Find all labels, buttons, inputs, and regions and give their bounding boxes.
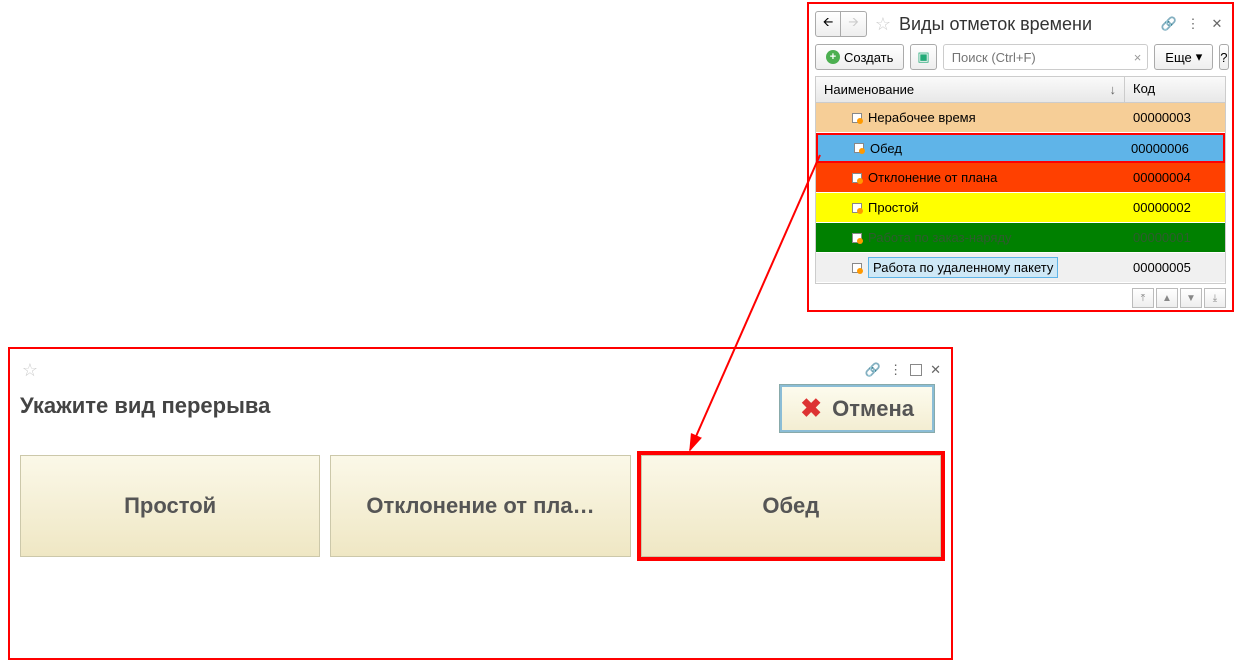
cell-name: Обед bbox=[818, 141, 1123, 156]
menu-dots-icon[interactable]: ⋮ bbox=[889, 362, 902, 378]
nav-back-button[interactable]: 🡨 bbox=[815, 11, 841, 37]
nav-last-icon[interactable]: ⤓ bbox=[1204, 288, 1226, 308]
nav-down-icon[interactable]: ▼ bbox=[1180, 288, 1202, 308]
row-icon bbox=[852, 203, 862, 213]
grid-header: Наименование ↓ Код bbox=[816, 77, 1225, 103]
row-icon bbox=[852, 263, 862, 273]
favorite-star-icon[interactable]: ☆ bbox=[873, 14, 893, 34]
cancel-button-label: Отмена bbox=[832, 396, 914, 422]
cancel-button[interactable]: ✖ Отмена bbox=[779, 384, 935, 433]
cell-name: Простой bbox=[816, 200, 1125, 215]
plus-icon: + bbox=[826, 50, 840, 64]
nav-forward-button[interactable]: 🡪 bbox=[841, 11, 867, 37]
break-type-button-label: Простой bbox=[124, 493, 216, 519]
row-icon bbox=[852, 113, 862, 123]
window-title: Виды отметок времени bbox=[899, 14, 1092, 35]
table-row[interactable]: Работа по заказ-наряду 00000001 bbox=[816, 223, 1225, 253]
break-type-buttons-row: Простой Отклонение от пла… Обед bbox=[20, 455, 941, 557]
help-button[interactable]: ? bbox=[1219, 44, 1228, 70]
data-grid: Наименование ↓ Код Нерабочее время 00000… bbox=[815, 76, 1226, 284]
cell-code: 00000002 bbox=[1125, 200, 1225, 215]
cell-name-text: Отклонение от плана bbox=[868, 170, 997, 185]
break-type-button-lunch[interactable]: Обед bbox=[641, 455, 941, 557]
group-button[interactable]: ▣ bbox=[910, 44, 936, 70]
menu-dots-icon[interactable]: ⋮ bbox=[1184, 16, 1202, 32]
nav-group: 🡨 🡪 bbox=[815, 11, 867, 37]
row-icon bbox=[852, 173, 862, 183]
search-clear-icon[interactable]: × bbox=[1130, 50, 1146, 65]
row-icon bbox=[854, 143, 864, 153]
table-row[interactable]: Простой 00000002 bbox=[816, 193, 1225, 223]
cell-name-text: Нерабочее время bbox=[868, 110, 976, 125]
sort-arrow-icon: ↓ bbox=[1110, 82, 1117, 97]
folder-icon: ▣ bbox=[917, 49, 929, 65]
nav-first-icon[interactable]: ⤒ bbox=[1132, 288, 1154, 308]
link-icon[interactable]: 🔗 bbox=[1160, 16, 1178, 32]
close-icon[interactable]: ✕ bbox=[930, 362, 941, 378]
cancel-x-icon: ✖ bbox=[800, 393, 822, 424]
grid-nav: ⤒ ▲ ▼ ⤓ bbox=[815, 284, 1226, 308]
time-mark-types-window: 🡨 🡪 ☆ Виды отметок времени 🔗 ⋮ ✕ + Созда… bbox=[807, 2, 1234, 312]
dialog-header: ☆ 🔗 ⋮ ✕ bbox=[20, 357, 941, 383]
break-type-button-label: Обед bbox=[762, 493, 819, 519]
toolbar: + Создать ▣ × Еще ? bbox=[815, 44, 1226, 70]
table-row[interactable]: Нерабочее время 00000003 bbox=[816, 103, 1225, 133]
select-break-type-window: ☆ 🔗 ⋮ ✕ Укажите вид перерыва ✖ Отмена Пр… bbox=[8, 347, 953, 660]
column-header-code[interactable]: Код bbox=[1125, 77, 1225, 102]
cell-code: 00000004 bbox=[1125, 170, 1225, 185]
cell-code: 00000001 bbox=[1125, 230, 1225, 245]
window-header: 🡨 🡪 ☆ Виды отметок времени 🔗 ⋮ ✕ bbox=[815, 10, 1226, 38]
cell-name: Работа по заказ-наряду bbox=[816, 230, 1125, 245]
column-header-code-label: Код bbox=[1133, 81, 1155, 96]
more-button-label: Еще bbox=[1165, 50, 1191, 65]
cell-name: Отклонение от плана bbox=[816, 170, 1125, 185]
cell-code: 00000006 bbox=[1123, 141, 1223, 156]
row-icon bbox=[852, 233, 862, 243]
cell-name-text: Простой bbox=[868, 200, 919, 215]
link-icon[interactable]: 🔗 bbox=[865, 362, 881, 378]
break-type-button[interactable]: Отклонение от пла… bbox=[330, 455, 630, 557]
table-row-active[interactable]: Работа по удаленному пакету 00000005 bbox=[816, 253, 1225, 283]
grid-body: Нерабочее время 00000003 Обед 00000006 О… bbox=[816, 103, 1225, 283]
nav-up-icon[interactable]: ▲ bbox=[1156, 288, 1178, 308]
cell-name: Нерабочее время bbox=[816, 110, 1125, 125]
cell-code: 00000005 bbox=[1125, 260, 1225, 275]
create-button-label: Создать bbox=[844, 50, 893, 65]
create-button[interactable]: + Создать bbox=[815, 44, 904, 70]
cell-name-text: Работа по удаленному пакету bbox=[868, 257, 1058, 278]
break-type-button[interactable]: Простой bbox=[20, 455, 320, 557]
search-input[interactable] bbox=[950, 49, 1130, 66]
cell-code: 00000003 bbox=[1125, 110, 1225, 125]
cell-name-text: Обед bbox=[870, 141, 902, 156]
close-icon[interactable]: ✕ bbox=[1208, 16, 1226, 32]
table-row[interactable]: Отклонение от плана 00000004 bbox=[816, 163, 1225, 193]
cell-name: Работа по удаленному пакету bbox=[816, 257, 1125, 278]
maximize-icon[interactable] bbox=[910, 364, 922, 376]
search-input-wrap: × bbox=[943, 44, 1149, 70]
favorite-star-icon[interactable]: ☆ bbox=[20, 360, 40, 380]
table-row-selected[interactable]: Обед 00000006 bbox=[816, 133, 1225, 163]
break-type-button-label: Отклонение от пла… bbox=[366, 493, 594, 519]
column-header-name-label: Наименование bbox=[824, 82, 914, 97]
more-button[interactable]: Еще bbox=[1154, 44, 1213, 70]
cell-name-text: Работа по заказ-наряду bbox=[868, 230, 1012, 245]
column-header-name[interactable]: Наименование ↓ bbox=[816, 77, 1125, 102]
